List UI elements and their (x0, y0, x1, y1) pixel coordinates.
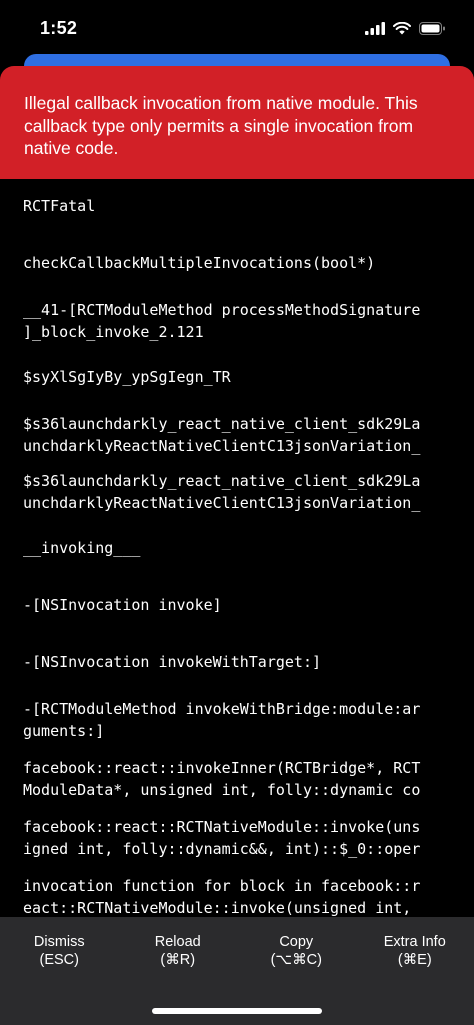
extra-info-button[interactable]: Extra Info (⌘E) (356, 917, 474, 985)
stack-frame-line: -[RCTModuleMethod invokeWithBridge:modul… (23, 700, 421, 718)
stack-frame-line: checkCallbackMultipleInvocations(bool*) (23, 254, 376, 272)
stack-frame-line: __41-[RCTModuleMethod processMethodSigna… (23, 301, 421, 319)
stack-frame[interactable]: -[NSInvocation invoke] (23, 594, 463, 616)
stack-frame-line: unchdarklyReactNativeClientC13jsonVariat… (23, 437, 421, 455)
stack-frame[interactable]: __invoking___ (23, 537, 463, 559)
action-row: Dismiss (ESC) Reload (⌘R) Copy (⌥⌘C) Ext… (0, 917, 474, 985)
stack-frame[interactable]: $s36launchdarkly_react_native_client_sdk… (23, 413, 463, 457)
dismiss-button[interactable]: Dismiss (ESC) (0, 917, 119, 985)
home-indicator[interactable] (152, 1008, 322, 1014)
reload-button[interactable]: Reload (⌘R) (119, 917, 238, 985)
stack-frame-line: RCTFatal (23, 197, 96, 215)
stack-frame-line: eact::RCTNativeModule::invoke(unsigned i… (23, 899, 412, 917)
stack-frame-line: igned int, folly::dynamic&&, int)::$_0::… (23, 840, 421, 858)
stack-frame-line: $syXlSgIyBy_ypSgIegn_TR (23, 368, 231, 386)
stack-frame-line: -[NSInvocation invokeWithTarget:] (23, 653, 322, 671)
stack-frame[interactable]: $s36launchdarkly_react_native_client_sdk… (23, 470, 463, 514)
battery-icon (419, 21, 445, 35)
stack-frame-line: facebook::react::RCTNativeModule::invoke… (23, 818, 421, 836)
cellular-signal-icon (365, 21, 385, 35)
extra-info-label: Extra Info (383, 934, 446, 950)
stack-frame-line: __invoking___ (23, 539, 141, 557)
copy-shortcut: (⌥⌘C) (270, 952, 322, 968)
dismiss-label: Dismiss (33, 934, 85, 950)
stack-frame[interactable]: $syXlSgIyBy_ypSgIegn_TR (23, 366, 463, 388)
copy-button[interactable]: Copy (⌥⌘C) (237, 917, 356, 985)
stack-frame-line: guments:] (23, 722, 105, 740)
extra-info-shortcut: (⌘E) (397, 952, 432, 968)
stack-frame-line: ]_block_invoke_2.121 (23, 323, 204, 341)
stack-frame[interactable]: -[NSInvocation invokeWithTarget:] (23, 651, 463, 673)
wifi-icon (393, 21, 411, 34)
error-banner: Illegal callback invocation from native … (0, 66, 474, 179)
stack-frame[interactable]: facebook::react::invokeInner(RCTBridge*,… (23, 757, 463, 801)
stack-frame-line: $s36launchdarkly_react_native_client_sdk… (23, 415, 421, 433)
error-message: Illegal callback invocation from native … (24, 93, 418, 158)
stack-frame-line: facebook::react::invokeInner(RCTBridge*,… (23, 759, 421, 777)
stack-frame-line: invocation function for block in faceboo… (23, 877, 421, 895)
status-icons (365, 21, 446, 35)
reload-label: Reload (154, 934, 201, 950)
stack-frame-line: ModuleData*, unsigned int, folly::dynami… (23, 781, 421, 799)
stack-trace[interactable]: RCTFatal checkCallbackMultipleInvocations… (0, 179, 474, 917)
stack-frame-line: -[NSInvocation invoke] (23, 596, 222, 614)
status-bar: 1:52 (0, 0, 474, 56)
stack-frame[interactable]: __41-[RCTModuleMethod processMethodSigna… (23, 299, 463, 343)
stack-frame[interactable]: checkCallbackMultipleInvocations(bool*) (23, 252, 463, 274)
reload-shortcut: (⌘R) (160, 952, 196, 968)
stack-frame[interactable]: invocation function for block in faceboo… (23, 875, 463, 917)
stack-frame-line: $s36launchdarkly_react_native_client_sdk… (23, 472, 421, 490)
stack-frame-line: unchdarklyReactNativeClientC13jsonVariat… (23, 494, 421, 512)
status-time: 1:52 (40, 17, 78, 38)
stack-frame[interactable]: facebook::react::RCTNativeModule::invoke… (23, 816, 463, 860)
copy-label: Copy (279, 934, 314, 950)
dismiss-shortcut: (ESC) (39, 952, 79, 968)
stack-frame[interactable]: -[RCTModuleMethod invokeWithBridge:modul… (23, 698, 463, 742)
stack-frame[interactable]: RCTFatal (23, 195, 463, 217)
